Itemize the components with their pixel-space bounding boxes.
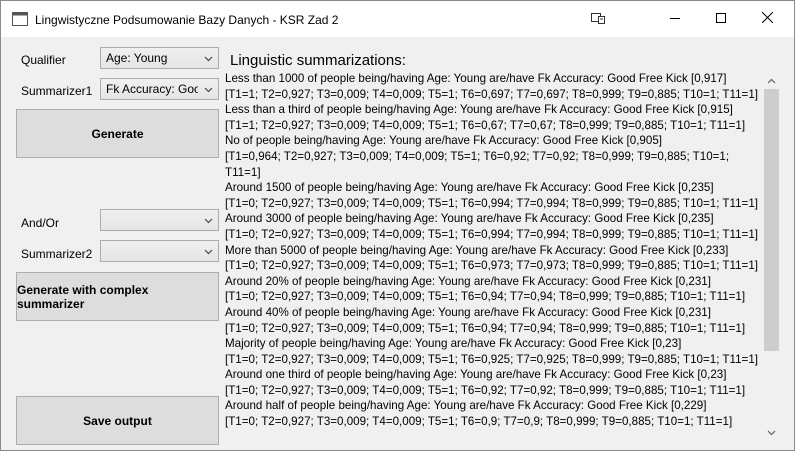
result-line: [T1=0; T2=0,927; T3=0,009; T4=0,009; T5=… — [225, 321, 746, 335]
minimize-button[interactable] — [652, 1, 698, 37]
maximize-icon — [716, 12, 726, 26]
result-line: T11=1] — [225, 165, 261, 179]
result-line: [T1=1; T2=0,927; T3=0,009; T4=0,009; T5=… — [225, 118, 746, 132]
pin-icon — [591, 12, 605, 27]
qualifier-value: Age: Young — [106, 51, 168, 65]
result-line: [T1=0; T2=0,927; T3=0,009; T4=0,009; T5=… — [225, 259, 758, 273]
window-app-icon — [12, 12, 28, 26]
summarizer1-value: Fk Accuracy: Good — [106, 82, 198, 96]
result-line: [T1=0; T2=0,927; T3=0,009; T4=0,009; T5=… — [225, 352, 758, 366]
result-line: Around half of people being/having Age: … — [225, 399, 707, 413]
summarizer2-combobox[interactable] — [100, 240, 219, 262]
chevron-down-icon — [204, 53, 213, 63]
summarizer1-label: Summarizer1 — [21, 84, 93, 98]
andor-label: And/Or — [21, 216, 60, 230]
scroll-up-button[interactable] — [763, 71, 780, 88]
title-bar[interactable]: Lingwistyczne Podsumowanie Bazy Danych -… — [1, 1, 794, 37]
scroll-thumb[interactable] — [764, 89, 779, 351]
results-text[interactable]: Less than 1000 of people being/having Ag… — [223, 71, 763, 441]
result-line: No of people being/having Age: Young are… — [225, 134, 662, 148]
result-line: [T1=0; T2=0,927; T3=0,009; T4=0,009; T5=… — [225, 383, 746, 397]
scroll-down-button[interactable] — [763, 423, 780, 440]
andor-combobox[interactable] — [100, 209, 219, 231]
result-line: [T1=0; T2=0,927; T3=0,009; T4=0,009; T5=… — [225, 196, 758, 210]
maximize-button[interactable] — [698, 1, 744, 37]
result-line: [T1=0; T2=0,927; T3=0,009; T4=0,009; T5=… — [225, 227, 758, 241]
results-heading: Linguistic summarizations: — [230, 52, 406, 69]
result-line: Less than 1000 of people being/having Ag… — [225, 72, 727, 85]
chevron-down-icon — [204, 246, 213, 256]
result-line: Majority of people being/having Age: You… — [225, 337, 682, 351]
generate-button[interactable]: Generate — [16, 109, 219, 158]
result-line: [T1=0,964; T2=0,927; T3=0,009; T4=0,009;… — [225, 149, 730, 163]
result-line: [T1=0; T2=0,927; T3=0,009; T4=0,009; T5=… — [225, 290, 746, 304]
close-icon — [761, 11, 773, 26]
chevron-down-icon — [204, 215, 213, 225]
result-line: [T1=1; T2=0,927; T3=0,009; T4=0,009; T5=… — [225, 87, 758, 101]
result-line: Around 40% of people being/having Age: Y… — [225, 305, 711, 319]
summarizer1-combobox[interactable]: Fk Accuracy: Good — [100, 78, 219, 100]
close-button[interactable] — [744, 1, 790, 37]
result-line: Around one third of people being/having … — [225, 368, 727, 382]
generate-complex-button[interactable]: Generate with complex summarizer — [16, 272, 219, 321]
result-line: Less than a third of people being/having… — [225, 103, 733, 117]
result-line: Around 3000 of people being/having Age: … — [225, 212, 714, 226]
minimize-icon — [670, 12, 680, 26]
result-line: More than 5000 of people being/having Ag… — [225, 243, 729, 257]
app-window: Lingwistyczne Podsumowanie Bazy Danych -… — [0, 0, 795, 451]
chevron-up-icon — [767, 73, 776, 87]
result-line: [T1=0; T2=0,927; T3=0,009; T4=0,009; T5=… — [225, 415, 733, 429]
qualifier-label: Qualifier — [21, 53, 66, 67]
chevron-down-icon — [204, 84, 213, 94]
window-title: Lingwistyczne Podsumowanie Bazy Danych -… — [35, 13, 339, 27]
results-scrollbar[interactable] — [763, 71, 780, 440]
window-pin-button[interactable] — [575, 1, 621, 37]
qualifier-combobox[interactable]: Age: Young — [100, 47, 219, 69]
save-output-button[interactable]: Save output — [16, 396, 219, 445]
result-line: Around 1500 of people being/having Age: … — [225, 181, 714, 195]
result-line: Around 20% of people being/having Age: Y… — [225, 274, 711, 288]
chevron-down-icon — [767, 425, 776, 439]
summarizer2-label: Summarizer2 — [21, 247, 93, 261]
